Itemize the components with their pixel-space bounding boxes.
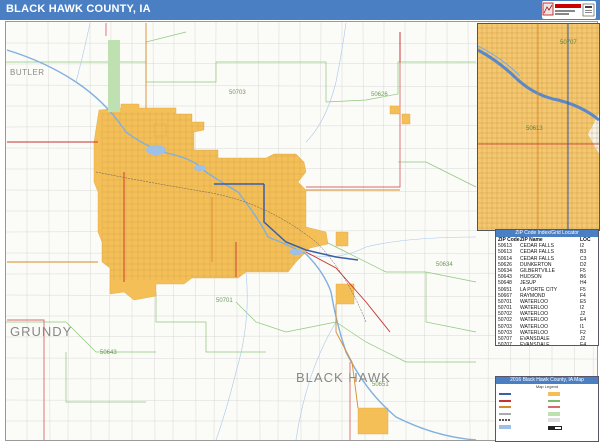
loc-cell: E4 [580, 342, 587, 346]
inset-zip-label-50707: 50707 [560, 40, 577, 46]
map-title: BLACK HAWK COUNTY, IA [6, 3, 151, 15]
inset-zip-label-50613: 50613 [526, 126, 543, 132]
park-area [108, 40, 120, 112]
title-bar: BLACK HAWK COUNTY, IA [0, 0, 600, 20]
zip-code-index: ZIP Code Index/Grid Locator ZIP Code ZIP… [495, 229, 599, 346]
zip-label-50634: 50634 [436, 262, 453, 268]
zip-label-50626: 50626 [371, 92, 388, 98]
city-swatch-icon [548, 392, 560, 396]
market-maps-logo-icon [542, 1, 596, 19]
legend-column-right [548, 391, 598, 430]
legend-scale [548, 424, 598, 431]
water-swatch-icon [499, 424, 511, 429]
interstate-swatch-icon [499, 393, 511, 395]
state-highway-swatch-icon [499, 406, 511, 408]
scale-bar-icon [548, 425, 562, 430]
railroad-swatch-icon [499, 419, 511, 421]
zip-code-cell: 50707 [498, 342, 512, 346]
airport-swatch-icon [548, 418, 560, 422]
legend-column-left [499, 391, 549, 430]
map-legend: 2016 Black Hawk County, IA Map Map Legen… [495, 376, 599, 442]
logo-graphic [542, 2, 595, 17]
legend-water [499, 424, 549, 431]
zip-index-title: ZIP Code Index/Grid Locator [496, 230, 598, 237]
zip-label-50651: 50651 [372, 382, 389, 388]
zip-label-50701: 50701 [216, 298, 233, 304]
zip-boundary-swatch-icon [548, 399, 560, 402]
legend-subtitle: Map Legend [535, 384, 559, 389]
zip-index-row: 50707 EVANSDALE E4 [496, 342, 598, 346]
zip-index-rows: 50613 CEDAR FALLS I2 50613 CEDAR FALLS B3 5061… [496, 243, 598, 346]
legend-title: 2016 Black Hawk County, IA Map [496, 377, 598, 384]
map-frame: BLACK HAWK COUNTY, IA BUTLER GRUNDY BLAC… [0, 0, 600, 442]
zip-label-50703: 50703 [229, 90, 246, 96]
county-boundary-swatch-icon [548, 406, 560, 408]
inset-map[interactable]: 50707 50613 [477, 23, 600, 231]
zip-label-50643: 50643 [100, 350, 117, 356]
zip-name-cell: EVANSDALE [520, 342, 550, 346]
county-label-grundy: GRUNDY [10, 324, 73, 339]
county-label-butler: BUTLER [10, 68, 45, 77]
park-swatch-icon [548, 411, 560, 416]
us-highway-swatch-icon [499, 399, 511, 402]
local-road-swatch-icon [499, 412, 511, 415]
